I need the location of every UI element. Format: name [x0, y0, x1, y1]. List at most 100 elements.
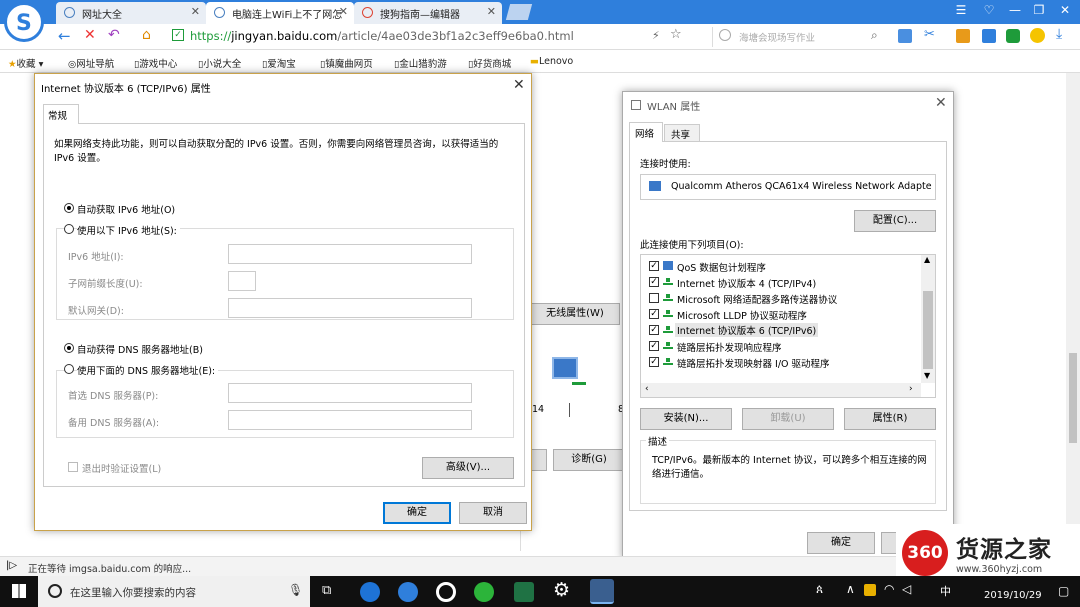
list-item[interactable]: ✓ QoS 数据包计划程序: [641, 258, 921, 274]
browser-logo-icon[interactable]: S: [4, 2, 44, 42]
tab-sharing[interactable]: 共享: [664, 124, 700, 142]
settings-gear-icon[interactable]: ⚙: [553, 579, 570, 601]
maximize-icon[interactable]: ❐: [1030, 3, 1048, 17]
tab-nav[interactable]: 网址大全 ✕: [56, 2, 206, 24]
bookmark-item[interactable]: ◎网址导航: [68, 56, 114, 70]
wechat-icon[interactable]: [474, 582, 494, 602]
search-box[interactable]: 海塘会现场写作业 ⌕: [712, 27, 887, 47]
validate-checkbox[interactable]: [68, 462, 78, 472]
search-icon[interactable]: ⌕: [871, 28, 878, 43]
preferred-dns-field[interactable]: [228, 383, 472, 403]
notification-icon[interactable]: ▢: [1058, 584, 1069, 598]
prefix-length-field[interactable]: [228, 271, 256, 291]
sogou-browser-icon[interactable]: [398, 582, 418, 602]
close-icon[interactable]: ✕: [487, 5, 496, 18]
task-view-icon[interactable]: ⧉: [322, 583, 331, 598]
app-icon[interactable]: [982, 29, 996, 43]
url-field[interactable]: ✓ https://jingyan.baidu.com/article/4ae0…: [168, 27, 708, 47]
scroll-right-icon[interactable]: ›: [909, 384, 913, 394]
excel-icon[interactable]: [514, 582, 534, 602]
scrollbar-thumb[interactable]: [923, 291, 933, 369]
bookmark-item[interactable]: ▯小说大全: [198, 56, 241, 70]
list-item[interactable]: ✓ Internet 协议版本 4 (TCP/IPv4): [641, 274, 921, 290]
item-checkbox[interactable]: ✓: [649, 277, 659, 287]
person-icon[interactable]: ጰ: [816, 582, 823, 597]
item-checkbox[interactable]: ✓: [649, 325, 659, 335]
ok-button[interactable]: 确定: [807, 532, 875, 554]
ok-button[interactable]: 确定: [383, 502, 451, 524]
taskbar-search[interactable]: 在这里输入你要搜索的内容 🎙: [38, 576, 310, 607]
menu-icon[interactable]: ☰: [952, 3, 970, 17]
list-item[interactable]: ✓ 链路层拓扑发现响应程序: [641, 338, 921, 354]
close-icon[interactable]: ✕: [339, 5, 348, 18]
back-icon[interactable]: ←: [58, 27, 71, 45]
manual-ipv6-label[interactable]: 使用以下 IPv6 地址(S):: [77, 223, 180, 237]
tab-network[interactable]: 网络: [629, 122, 663, 142]
auto-dns-label[interactable]: 自动获得 DNS 服务器地址(B): [77, 342, 203, 356]
new-tab-button[interactable]: [505, 4, 533, 20]
item-checkbox[interactable]: ✓: [649, 341, 659, 351]
scissors-icon[interactable]: ✂: [924, 27, 935, 42]
close-icon[interactable]: ✕: [513, 77, 525, 93]
edge-icon[interactable]: [360, 582, 380, 602]
bookmark-item[interactable]: ▯镇魔曲网页: [320, 56, 373, 70]
scroll-up-icon[interactable]: ▲: [924, 255, 930, 264]
configure-button[interactable]: 配置(C)...: [854, 210, 936, 232]
lightning-icon[interactable]: ⚡: [652, 29, 660, 42]
minimize-icon[interactable]: —: [1006, 3, 1024, 17]
tab-general[interactable]: 常规: [43, 104, 79, 124]
auto-dns-radio[interactable]: [64, 343, 74, 353]
list-item[interactable]: ✓ 链路层拓扑发现映射器 I/O 驱动程序: [641, 354, 921, 370]
list-item[interactable]: ✓ Microsoft LLDP 协议驱动程序: [641, 306, 921, 322]
list-item[interactable]: Microsoft 网络适配器多路传送器协议: [641, 290, 921, 306]
undo-icon[interactable]: ↶: [108, 27, 120, 43]
microphone-icon[interactable]: 🎙: [288, 583, 303, 597]
stop-icon[interactable]: ✕: [84, 27, 96, 43]
windows-start-icon[interactable]: [12, 584, 26, 598]
scrollbar-thumb[interactable]: [1069, 353, 1077, 443]
close-window-icon[interactable]: ✕: [1056, 3, 1074, 17]
bookmark-favorites[interactable]: ★收藏 ▾: [8, 56, 43, 70]
tab-editor[interactable]: 搜狗指南—编辑器 ✕: [354, 2, 502, 24]
item-checkbox[interactable]: ✓: [649, 261, 659, 271]
sidebar-toggle-icon[interactable]: |▷: [6, 560, 17, 571]
horizontal-scrollbar[interactable]: ‹ ›: [641, 383, 921, 397]
scroll-down-icon[interactable]: ▼: [924, 371, 930, 380]
tray-app-icon[interactable]: [864, 584, 876, 596]
auto-ipv6-label[interactable]: 自动获取 IPv6 地址(O): [77, 202, 175, 216]
volume-icon[interactable]: ◁: [902, 582, 911, 596]
extension-icon[interactable]: [898, 29, 912, 43]
skin-icon[interactable]: ♡: [980, 3, 998, 17]
clock-date[interactable]: 2019/10/29: [984, 590, 1042, 601]
list-item-selected[interactable]: ✓ Internet 协议版本 6 (TCP/IPv6): [641, 322, 921, 338]
download-icon[interactable]: ⤓: [1056, 26, 1062, 42]
advanced-button[interactable]: 高级(V)...: [422, 457, 514, 479]
ipv6-address-field[interactable]: [228, 244, 472, 264]
manual-dns-label[interactable]: 使用下面的 DNS 服务器地址(E):: [77, 363, 219, 377]
close-icon[interactable]: ✕: [191, 5, 200, 18]
tray-chevron-icon[interactable]: ∧: [846, 582, 855, 596]
star-icon[interactable]: ☆: [670, 27, 682, 42]
wifi-icon[interactable]: ◠: [884, 582, 894, 596]
diagnose-button[interactable]: 诊断(G): [553, 449, 625, 471]
scroll-left-icon[interactable]: ‹: [645, 384, 649, 394]
page-scrollbar[interactable]: [1066, 73, 1080, 556]
item-checkbox[interactable]: ✓: [649, 357, 659, 367]
home-icon[interactable]: ⌂: [142, 27, 151, 43]
tab-article[interactable]: 电脑连上WiFi上不了网怎 ✕: [206, 2, 354, 24]
key-icon[interactable]: [956, 29, 970, 43]
smile-icon[interactable]: [1030, 28, 1045, 43]
install-button[interactable]: 安装(N)...: [640, 408, 732, 430]
media-icon[interactable]: [436, 582, 456, 602]
bookmark-item[interactable]: ▯好货商城: [468, 56, 511, 70]
manual-dns-radio[interactable]: [64, 364, 74, 374]
item-checkbox[interactable]: ✓: [649, 309, 659, 319]
ime-indicator[interactable]: 中: [940, 583, 951, 599]
auto-ipv6-radio[interactable]: [64, 203, 74, 213]
bookmark-item[interactable]: ▯金山猎豹游: [394, 56, 447, 70]
default-gateway-field[interactable]: [228, 298, 472, 318]
cancel-button[interactable]: 取消: [459, 502, 527, 524]
list-scrollbar[interactable]: ▲ ▼: [921, 255, 935, 383]
bookmark-item[interactable]: ▯爱淘宝: [262, 56, 296, 70]
item-checkbox[interactable]: [649, 293, 659, 303]
